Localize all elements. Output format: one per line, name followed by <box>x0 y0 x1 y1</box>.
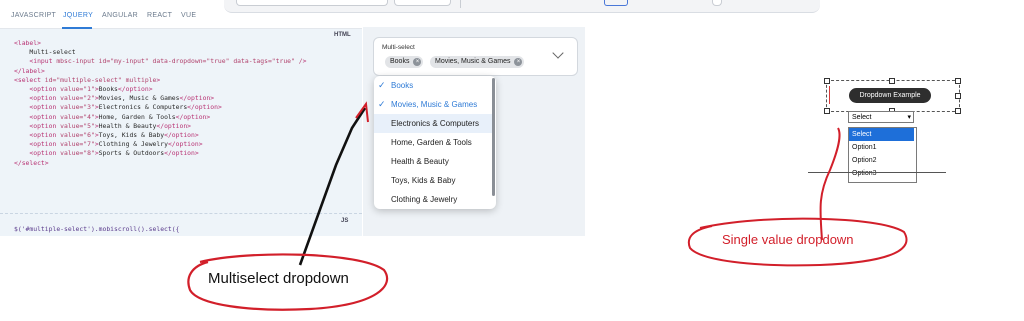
pointer-arrow <box>298 107 367 266</box>
multiselect-annotation: Multiselect dropdown <box>208 270 349 287</box>
annotation-layer <box>187 101 908 311</box>
pointer-line <box>819 127 841 241</box>
single-annotation: Single value dropdown <box>722 232 854 247</box>
